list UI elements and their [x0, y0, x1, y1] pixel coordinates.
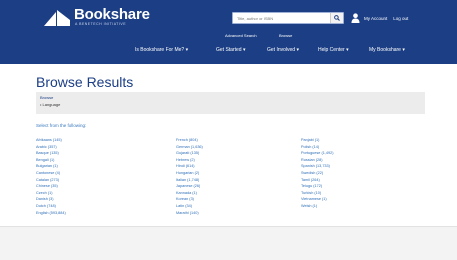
language-link[interactable]: Portuguese (1,492) — [301, 151, 334, 156]
language-link[interactable]: Gujarati (135) — [176, 151, 199, 156]
browse-language-item: • Language — [40, 102, 61, 107]
bookshare-logo[interactable]: Bookshare A BENETECH INITIATIVE — [42, 7, 182, 29]
browse-label: Browse — [40, 95, 54, 100]
language-link[interactable]: Vietnamese (1) — [301, 197, 327, 202]
language-link[interactable]: Dutch (748) — [36, 204, 56, 209]
select-instructions: Select from the following: — [36, 123, 87, 128]
language-link[interactable]: Polish (14) — [301, 145, 319, 150]
language-link[interactable]: Turkish (10) — [301, 191, 321, 196]
site-header: Bookshare A BENETECH INITIATIVE My Accou… — [0, 0, 457, 64]
language-link[interactable]: German (1,636) — [176, 145, 203, 150]
language-link[interactable]: Bengali (1) — [36, 158, 54, 163]
language-link[interactable]: Kannada (1) — [176, 191, 197, 196]
language-link[interactable]: Chinese (35) — [36, 184, 58, 189]
language-link[interactable]: Danish (3) — [36, 197, 54, 202]
footer — [0, 227, 457, 260]
language-link[interactable]: Welsh (1) — [301, 204, 317, 209]
browse-link[interactable]: Browse — [279, 32, 292, 40]
nav-help-center[interactable]: Help Center ▾ — [318, 43, 349, 57]
language-link[interactable]: Hebrew (2) — [176, 158, 195, 163]
search-box — [232, 12, 344, 24]
language-link[interactable]: Panjabi (1) — [301, 138, 319, 143]
language-link[interactable]: Catalan (273) — [36, 178, 59, 183]
language-link[interactable]: Arabic (357) — [36, 145, 57, 150]
language-link[interactable]: Korean (3) — [176, 197, 194, 202]
language-link[interactable]: Cantonese (4) — [36, 171, 60, 176]
brand-name: Bookshare — [74, 6, 150, 23]
language-link[interactable]: Russian (28) — [301, 158, 323, 163]
language-link[interactable]: Afrikaans (145) — [36, 138, 62, 143]
language-link[interactable]: Japanese (26) — [176, 184, 200, 189]
advanced-search-link[interactable]: Advanced Search — [225, 32, 257, 40]
language-link[interactable]: Latin (34) — [176, 204, 192, 209]
language-link[interactable]: Telugu (172) — [301, 184, 322, 189]
language-link[interactable]: Swedish (22) — [301, 171, 323, 176]
search-button[interactable] — [330, 13, 343, 23]
nav-get-involved[interactable]: Get Involved ▾ — [267, 43, 299, 57]
browse-breadcrumb-box: Browse • Language — [36, 92, 425, 114]
language-link[interactable]: Italian (1,748) — [176, 178, 199, 183]
nav-get-started[interactable]: Get Started ▾ — [216, 43, 245, 57]
page-title: Browse Results — [36, 74, 134, 90]
language-link[interactable]: Tamil (264) — [301, 178, 320, 183]
sub-navigation: Advanced Search Browse — [0, 32, 457, 40]
nav-is-bookshare-for-me[interactable]: Is Bookshare For Me? ▾ — [135, 43, 188, 57]
language-link[interactable]: English (593,884) — [36, 211, 66, 216]
nav-my-bookshare[interactable]: My Bookshare ▾ — [369, 43, 405, 57]
book-logo-icon — [44, 10, 70, 26]
language-link[interactable]: Bulgarian (1) — [36, 164, 58, 169]
account-area: My Account Log out — [351, 12, 408, 24]
language-link[interactable]: Marathi (140) — [176, 211, 199, 216]
my-account-link[interactable]: My Account — [364, 16, 387, 21]
language-link[interactable]: Hindi (614) — [176, 164, 195, 169]
log-out-link[interactable]: Log out — [393, 16, 408, 21]
language-link[interactable]: Spanish (13,733) — [301, 164, 330, 169]
main-navigation: Is Bookshare For Me? ▾ Get Started ▾ Get… — [0, 43, 457, 57]
language-link[interactable]: Hungarian (2) — [176, 171, 199, 176]
search-icon — [334, 15, 340, 21]
language-link[interactable]: Czech (1) — [36, 191, 52, 196]
search-input[interactable] — [233, 13, 329, 23]
language-link[interactable]: Basque (135) — [36, 151, 59, 156]
language-link[interactable]: French (804) — [176, 138, 198, 143]
user-icon — [351, 13, 360, 23]
brand-tagline: A BENETECH INITIATIVE — [75, 22, 127, 26]
